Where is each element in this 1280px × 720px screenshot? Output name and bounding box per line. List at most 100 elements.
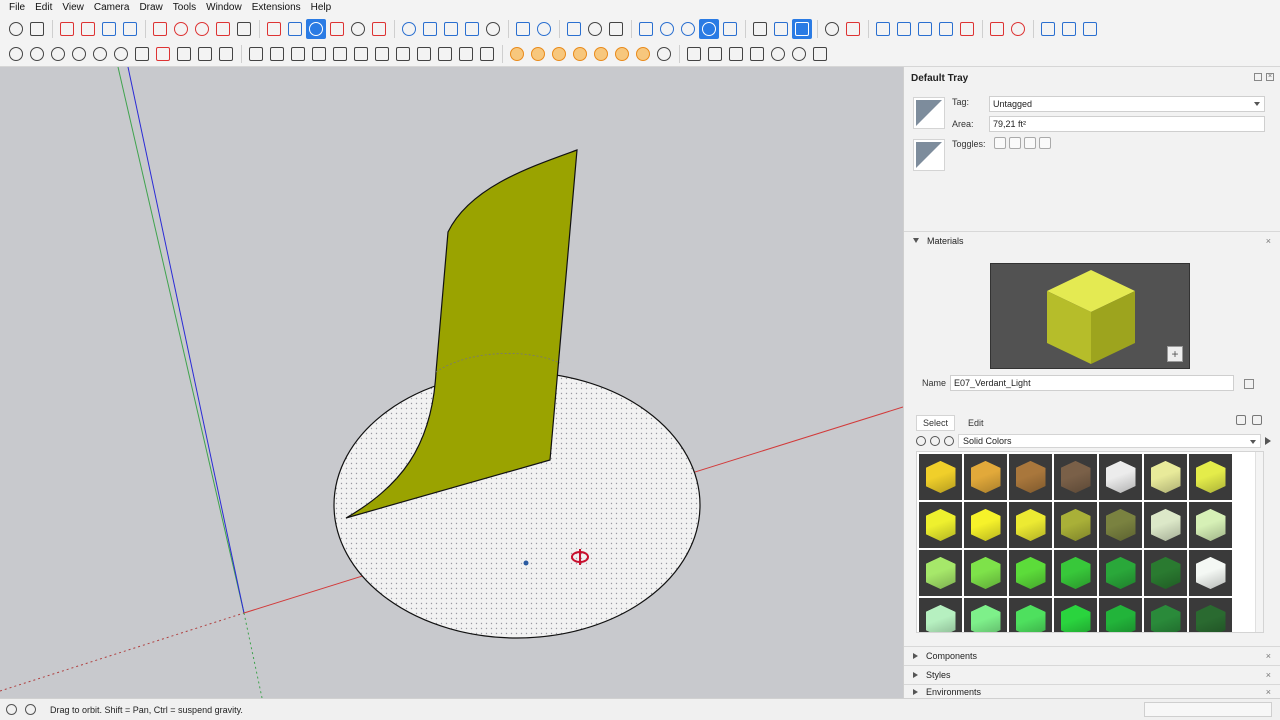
material-swatch[interactable]	[1009, 598, 1052, 632]
material-swatch[interactable]	[1009, 454, 1052, 500]
search-icon[interactable]	[6, 19, 26, 39]
receive-shadow-icon[interactable]	[1039, 137, 1051, 149]
material-swatch[interactable]	[919, 502, 962, 548]
stairs-icon[interactable]	[330, 44, 350, 64]
menu-draw[interactable]: Draw	[134, 0, 167, 16]
shaded-icon[interactable]	[90, 44, 110, 64]
tab-select[interactable]: Select	[916, 415, 956, 431]
material-swatch[interactable]	[964, 454, 1007, 500]
styles-header[interactable]: Styles ×	[904, 665, 1280, 683]
wall-icon[interactable]	[393, 44, 413, 64]
select-tool-icon[interactable]	[27, 19, 47, 39]
tab-edit[interactable]: Edit	[961, 415, 991, 431]
camera-position-icon[interactable]	[216, 44, 236, 64]
material-swatch[interactable]	[1099, 598, 1142, 632]
menu-camera[interactable]: Camera	[89, 0, 135, 16]
view-iso-icon[interactable]	[873, 19, 893, 39]
paint-drop-icon[interactable]	[657, 19, 677, 39]
swatch-scrollbar[interactable]	[1255, 452, 1263, 632]
line-icon[interactable]	[843, 19, 863, 39]
cast-shadow-icon[interactable]	[1024, 137, 1036, 149]
material-swatch[interactable]	[964, 502, 1007, 548]
solid-tool-icon[interactable]	[507, 44, 527, 64]
axes-icon[interactable]	[987, 19, 1007, 39]
duplicate-material-icon[interactable]	[1244, 379, 1254, 389]
tape-measure-icon[interactable]	[264, 19, 284, 39]
material-swatch[interactable]	[1099, 502, 1142, 548]
rotate-red-icon[interactable]	[1008, 19, 1028, 39]
material-swatch[interactable]	[1099, 454, 1142, 500]
create-material-icon[interactable]: +	[1167, 346, 1183, 362]
sphere-icon[interactable]	[768, 44, 788, 64]
material-swatch[interactable]	[964, 598, 1007, 632]
materials-header[interactable]: Materials ×	[904, 231, 1280, 249]
outliner-icon[interactable]	[726, 44, 746, 64]
material-swatch[interactable]	[1054, 502, 1097, 548]
model-viewport[interactable]	[0, 67, 903, 698]
union-icon[interactable]	[549, 44, 569, 64]
user-icon[interactable]	[534, 19, 554, 39]
material-swatch[interactable]	[1144, 550, 1187, 596]
menu-help[interactable]: Help	[306, 0, 337, 16]
material-swatch[interactable]	[1054, 454, 1097, 500]
magnet-active-icon[interactable]	[792, 19, 812, 39]
material-swatch[interactable]	[1009, 502, 1052, 548]
menu-window[interactable]: Window	[201, 0, 247, 16]
new-file-icon[interactable]	[513, 19, 533, 39]
component-icon[interactable]	[684, 44, 704, 64]
terrain-mesh-icon[interactable]	[1059, 19, 1079, 39]
material-swatch[interactable]	[1144, 454, 1187, 500]
menu-edit[interactable]: Edit	[30, 0, 57, 16]
eraser-tool-icon[interactable]	[57, 19, 77, 39]
material-name-field[interactable]: E07_Verdant_Light	[950, 375, 1234, 391]
menu-view[interactable]: View	[57, 0, 89, 16]
sample-icon[interactable]	[720, 19, 740, 39]
outer-shell-icon[interactable]	[654, 44, 674, 64]
material-swatch[interactable]	[1189, 454, 1232, 500]
move-tool-icon[interactable]	[171, 19, 191, 39]
material-swatch[interactable]	[1144, 598, 1187, 632]
water-drop-icon[interactable]	[678, 19, 698, 39]
settings-gear-icon[interactable]	[585, 19, 605, 39]
warehouse-icon[interactable]	[399, 19, 419, 39]
terrain-grid-icon[interactable]	[1080, 19, 1100, 39]
material-swatch[interactable]	[1054, 550, 1097, 596]
tag-dropdown[interactable]: Untagged	[989, 96, 1265, 112]
section-plane-icon[interactable]	[195, 44, 215, 64]
environments-header[interactable]: Environments ×	[904, 684, 1280, 698]
details-arrow-icon[interactable]	[1265, 436, 1271, 445]
scale-tool-icon[interactable]	[213, 19, 233, 39]
view-front-icon[interactable]	[915, 19, 935, 39]
menu-tools[interactable]: Tools	[168, 0, 201, 16]
shaded-textures-icon[interactable]	[111, 44, 131, 64]
material-swatch[interactable]	[1009, 550, 1052, 596]
material-swatch[interactable]	[919, 598, 962, 632]
components-header[interactable]: Components ×	[904, 646, 1280, 664]
shadow-icon[interactable]	[153, 44, 173, 64]
wireframe-icon[interactable]	[48, 44, 68, 64]
cylinder-icon[interactable]	[288, 44, 308, 64]
monochrome-icon[interactable]	[132, 44, 152, 64]
intersect-icon[interactable]	[528, 44, 548, 64]
orbit-tool-icon[interactable]	[306, 19, 326, 39]
library-dropdown[interactable]: Solid Colors	[958, 433, 1261, 448]
split-icon[interactable]	[612, 44, 632, 64]
extension-warehouse-icon[interactable]	[420, 19, 440, 39]
view-right-icon[interactable]	[936, 19, 956, 39]
layout-icon[interactable]	[441, 19, 461, 39]
close-icon[interactable]: ×	[1266, 651, 1271, 661]
material-swatch[interactable]	[1189, 550, 1232, 596]
brush-icon[interactable]	[351, 44, 371, 64]
material-swatch[interactable]	[919, 454, 962, 500]
material-swatch[interactable]	[964, 550, 1007, 596]
view-back-icon[interactable]	[957, 19, 977, 39]
close-icon[interactable]: ×	[1266, 687, 1271, 697]
geo-location-icon[interactable]	[6, 704, 17, 715]
rotate-tool-icon[interactable]	[192, 19, 212, 39]
edit-icon[interactable]	[435, 44, 455, 64]
hidden-line-icon[interactable]	[69, 44, 89, 64]
box-icon[interactable]	[267, 44, 287, 64]
zoom-tool-icon[interactable]	[348, 19, 368, 39]
material-swatch[interactable]	[1099, 550, 1142, 596]
menu-extensions[interactable]: Extensions	[247, 0, 306, 16]
